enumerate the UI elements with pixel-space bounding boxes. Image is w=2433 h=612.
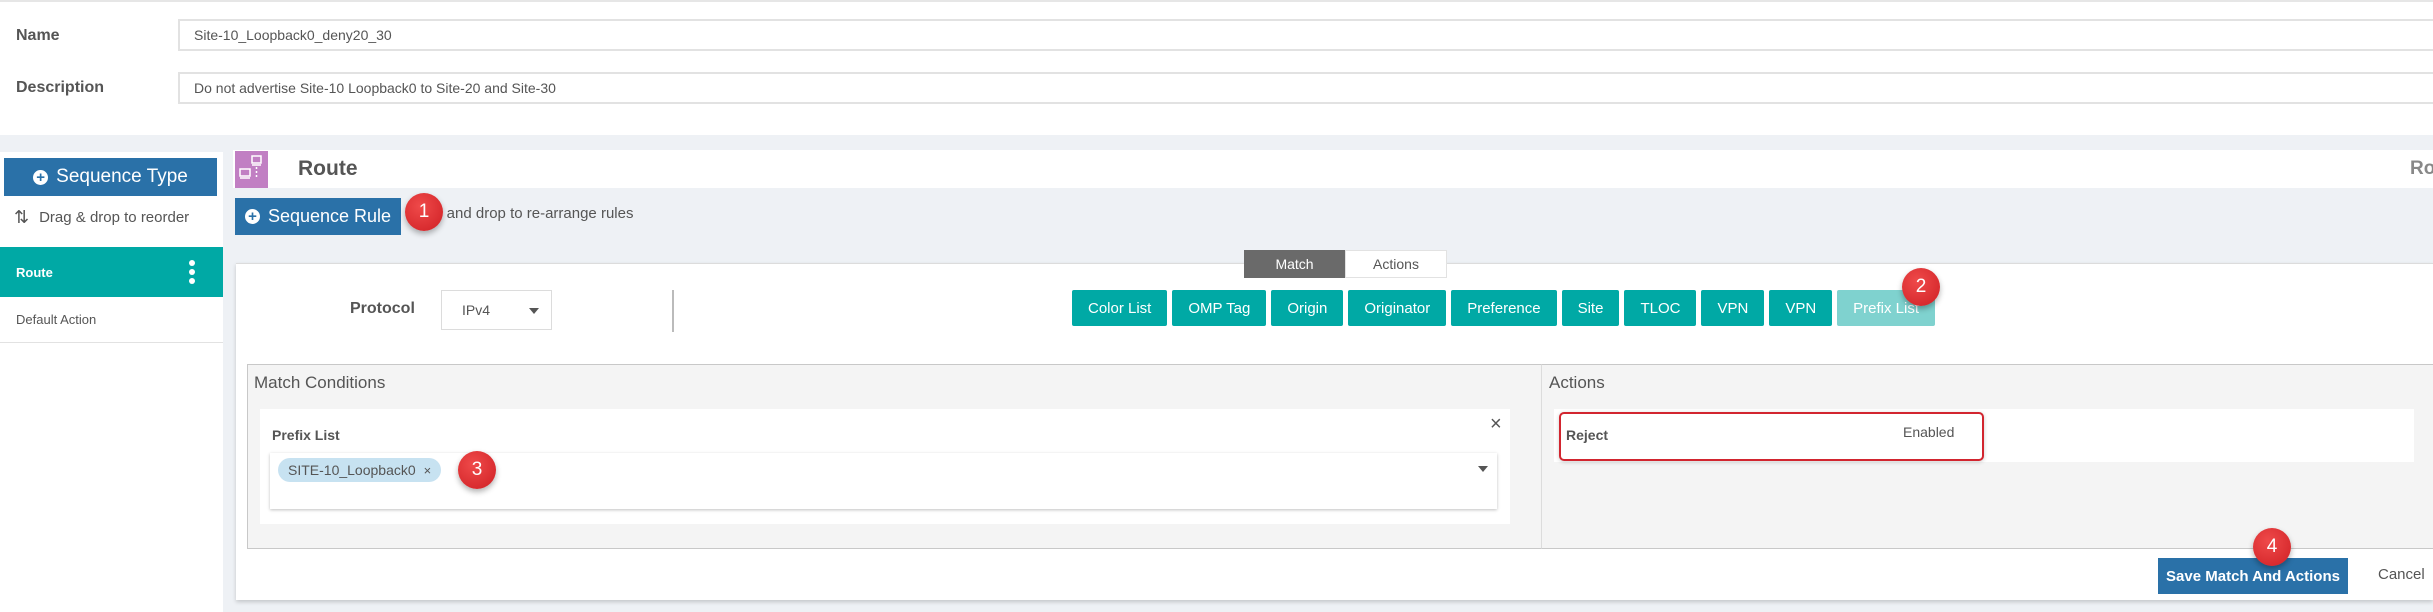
route-header-truncated-label: Ro (2410, 158, 2433, 179)
chip-remove-icon[interactable]: × (424, 463, 432, 478)
chevron-down-icon (529, 308, 539, 314)
rearrange-hint: Drag and drop to re-arrange rules (410, 205, 634, 222)
name-input[interactable]: Site-10_Loopback0_deny20_30 (178, 19, 2433, 51)
actions-title: Actions (1549, 373, 1605, 392)
plus-circle-icon: + (33, 169, 49, 185)
reject-label: Reject (1566, 427, 1609, 443)
annotation-badge: 4 (2253, 528, 2291, 566)
description-input[interactable]: Do not advertise Site-10 Loopback0 to Si… (178, 72, 2433, 104)
protocol-value: IPv4 (462, 302, 491, 318)
annotation-badge: 1 (405, 193, 443, 231)
protocol-label: Protocol (350, 300, 415, 317)
sidebar-item-route[interactable]: Route (0, 247, 223, 297)
add-sequence-type-button[interactable]: + Sequence Type (4, 158, 217, 196)
route-title: Route (298, 157, 358, 180)
match-button-originator[interactable]: Originator (1348, 290, 1447, 326)
match-button-preference[interactable]: Preference (1451, 290, 1557, 326)
reorder-arrows-icon: ⇅ (14, 207, 30, 227)
match-button-site[interactable]: Site (1561, 290, 1620, 326)
sidebar-item-default-action[interactable]: Default Action (0, 297, 223, 343)
sequence-rule-label: Sequence Rule (267, 206, 392, 226)
tab-match[interactable]: Match (1244, 250, 1345, 278)
match-button-vpn[interactable]: VPN (1769, 290, 1833, 326)
prefix-list-chip: SITE-10_Loopback0 × (278, 458, 442, 482)
prefix-list-multiselect[interactable] (270, 453, 1497, 509)
match-condition-buttons: Color List OMP Tag Origin Originator Pre… (1072, 290, 1936, 326)
match-button-omp-tag[interactable]: OMP Tag (1172, 290, 1267, 326)
match-button-tloc[interactable]: TLOC (1624, 290, 1697, 326)
name-label: Name (16, 27, 60, 44)
sidebar-item-label: Default Action (16, 312, 97, 327)
plus-circle-icon: + (244, 209, 260, 224)
add-sequence-rule-button[interactable]: + Sequence Rule (235, 198, 401, 235)
drag-reorder-hint: ⇅ Drag & drop to reorder (14, 207, 189, 228)
sidebar-item-label: Route (16, 264, 53, 280)
divider (672, 290, 674, 332)
match-conditions-title: Match Conditions (254, 373, 386, 392)
match-button-color-list[interactable]: Color List (1072, 290, 1168, 326)
kebab-menu-icon[interactable] (189, 260, 195, 284)
chip-label: SITE-10_Loopback0 (288, 462, 416, 478)
sequence-type-label: Sequence Type (56, 166, 188, 187)
reject-status: Enabled (1903, 424, 1955, 440)
prefix-list-label: Prefix List (272, 427, 340, 443)
match-button-vpn[interactable]: VPN (1701, 290, 1765, 326)
match-button-origin[interactable]: Origin (1271, 290, 1344, 326)
description-label: Description (16, 79, 105, 96)
chevron-down-icon[interactable] (1478, 466, 1488, 472)
drag-hint-text: Drag & drop to reorder (39, 209, 190, 226)
tab-actions[interactable]: Actions (1345, 250, 1447, 278)
route-icon (235, 151, 268, 188)
close-icon[interactable]: × (1490, 413, 1502, 436)
route-header (233, 150, 2433, 188)
annotation-badge: 2 (1902, 268, 1940, 306)
annotation-badge: 3 (458, 451, 496, 489)
protocol-select[interactable]: IPv4 (441, 290, 552, 330)
save-match-and-actions-button[interactable]: Save Match And Actions (2158, 558, 2348, 594)
cancel-button[interactable]: Cancel (2378, 566, 2425, 583)
